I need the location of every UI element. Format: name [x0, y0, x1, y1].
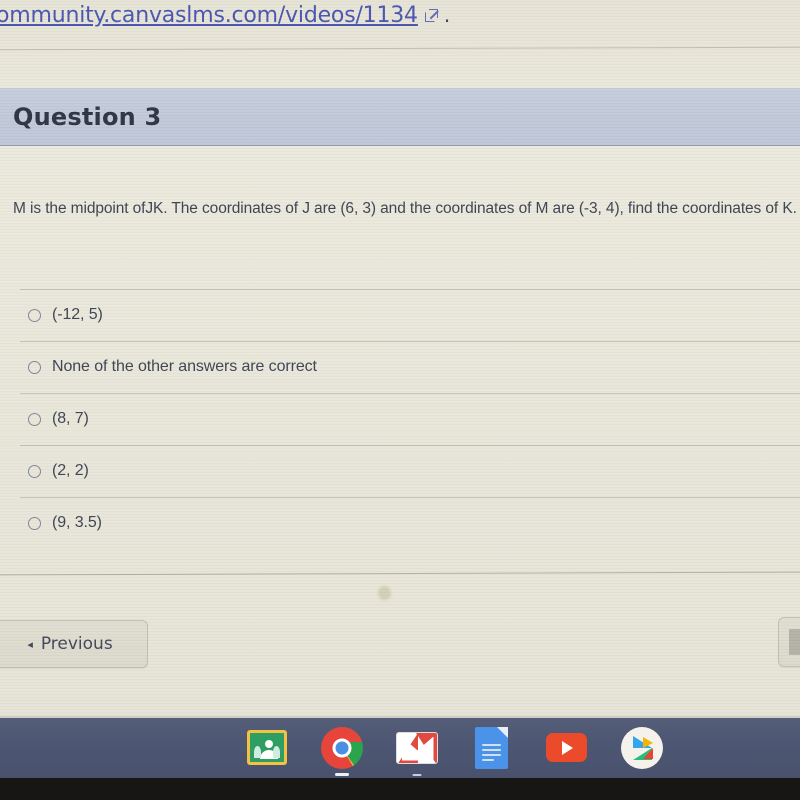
google-play-icon	[620, 726, 663, 769]
shelf-item-chrome[interactable]	[319, 725, 364, 776]
question-header-band: Question 3	[0, 88, 800, 146]
answer-option-label-1: (-12, 5)	[52, 306, 103, 323]
answer-options-list: (-12, 5) None of the other answers are c…	[0, 289, 800, 549]
shelf-item-gmail[interactable]	[394, 725, 439, 776]
question-title: Question 3	[13, 102, 162, 131]
url-trailing-period: .	[443, 3, 451, 27]
external-link-icon	[424, 8, 439, 22]
radio-button-4[interactable]	[28, 464, 41, 478]
shelf-item-youtube[interactable]	[544, 725, 589, 770]
gmail-running-indicator	[412, 774, 421, 776]
gmail-icon	[395, 731, 438, 764]
question-body-text: M is the midpoint ofJK. The coordinates …	[13, 200, 797, 217]
radio-button-5[interactable]	[28, 516, 41, 530]
answer-option-label-2: None of the other answers are correct	[52, 358, 317, 375]
chrome-icon	[320, 726, 363, 769]
device-bezel	[0, 778, 800, 800]
answer-option-3[interactable]: (8, 7)	[0, 393, 800, 445]
previous-button-label: Previous	[40, 634, 113, 654]
google-docs-icon	[475, 726, 508, 769]
shelf-item-google-docs[interactable]	[469, 725, 514, 770]
google-classroom-icon	[246, 730, 287, 765]
top-divider	[0, 46, 800, 51]
radio-button-1[interactable]	[28, 308, 41, 322]
answer-option-4[interactable]: (2, 2)	[0, 445, 800, 497]
radio-button-2[interactable]	[28, 360, 41, 374]
chrome-running-indicator	[334, 773, 349, 776]
shelf-item-google-play[interactable]	[619, 725, 664, 770]
shelf-item-google-classroom[interactable]	[244, 725, 289, 770]
shelf-icon-row	[244, 725, 664, 776]
answer-option-label-4: (2, 2)	[52, 462, 89, 479]
youtube-icon	[546, 733, 587, 762]
previous-arrow-icon: ◂	[27, 638, 33, 651]
screen-smudge	[378, 586, 391, 600]
answer-option-label-3: (8, 7)	[52, 410, 89, 427]
radio-button-3[interactable]	[28, 412, 41, 426]
previous-button[interactable]: ◂ Previous	[0, 620, 148, 668]
screen-surface: ommunity.canvaslms.com/videos/1134 . Que…	[0, 0, 800, 716]
answer-option-2[interactable]: None of the other answers are correct	[0, 341, 800, 393]
answer-option-1[interactable]: (-12, 5)	[0, 289, 800, 341]
next-button[interactable]	[778, 617, 800, 667]
canvas-video-link[interactable]: ommunity.canvaslms.com/videos/1134	[0, 3, 418, 28]
page-url-line: ommunity.canvaslms.com/videos/1134 .	[0, 0, 800, 32]
next-button-label	[789, 629, 800, 655]
chromeos-shelf	[0, 716, 800, 778]
answer-option-label-5: (9, 3.5)	[52, 514, 102, 531]
footer-divider	[0, 571, 800, 576]
answer-option-5[interactable]: (9, 3.5)	[0, 497, 800, 549]
